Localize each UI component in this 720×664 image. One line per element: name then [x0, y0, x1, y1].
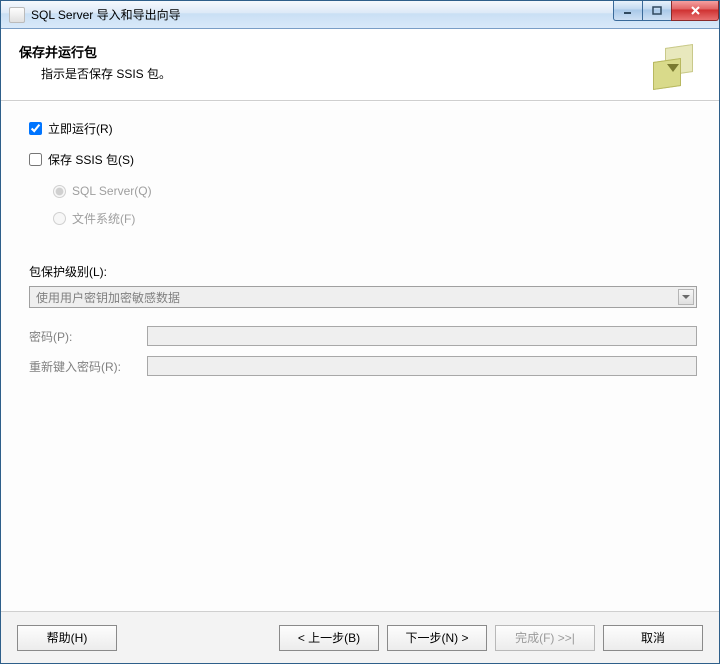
chevron-down-icon: [678, 289, 694, 305]
password-row: 密码(P):: [29, 326, 697, 346]
next-button[interactable]: 下一步(N) >: [387, 625, 487, 651]
repassword-row: 重新键入密码(R):: [29, 356, 697, 376]
finish-button: 完成(F) >>|: [495, 625, 595, 651]
repassword-label: 重新键入密码(R):: [29, 358, 147, 375]
run-now-checkbox-row[interactable]: 立即运行(R): [29, 120, 697, 137]
target-sqlserver-row: SQL Server(Q): [53, 184, 697, 198]
protection-level-combo: 使用用户密钥加密敏感数据: [29, 286, 697, 308]
protection-level-label: 包保护级别(L):: [29, 263, 697, 280]
titlebar: SQL Server 导入和导出向导: [1, 1, 719, 29]
save-target-group: SQL Server(Q) 文件系统(F): [53, 184, 697, 239]
page-title: 保存并运行包: [19, 42, 651, 61]
target-filesystem-row: 文件系统(F): [53, 210, 697, 227]
cancel-button[interactable]: 取消: [603, 625, 703, 651]
password-field: [147, 326, 697, 346]
run-now-label: 立即运行(R): [48, 120, 113, 137]
protection-level-selected: 使用用户密钥加密敏感数据: [36, 289, 180, 306]
wizard-content: 立即运行(R) 保存 SSIS 包(S) SQL Server(Q) 文件系统(…: [1, 101, 719, 611]
app-icon: [9, 7, 25, 23]
target-filesystem-label: 文件系统(F): [72, 210, 135, 227]
window-title: SQL Server 导入和导出向导: [31, 6, 181, 23]
target-sqlserver-label: SQL Server(Q): [72, 184, 152, 198]
target-sqlserver-radio: [53, 185, 66, 198]
save-ssis-checkbox[interactable]: [29, 153, 42, 166]
wizard-header: 保存并运行包 指示是否保存 SSIS 包。: [1, 29, 719, 101]
save-ssis-checkbox-row[interactable]: 保存 SSIS 包(S): [29, 151, 697, 168]
minimize-button[interactable]: [613, 1, 643, 21]
back-button[interactable]: < 上一步(B): [279, 625, 379, 651]
page-subtitle: 指示是否保存 SSIS 包。: [41, 65, 651, 82]
maximize-button[interactable]: [642, 1, 672, 21]
wizard-window: SQL Server 导入和导出向导 保存并运行包 指示是否保存 SSIS 包。: [0, 0, 720, 664]
package-icon: [651, 44, 699, 92]
header-texts: 保存并运行包 指示是否保存 SSIS 包。: [19, 42, 651, 92]
wizard-footer: 帮助(H) < 上一步(B) 下一步(N) > 完成(F) >>| 取消: [1, 611, 719, 663]
repassword-field: [147, 356, 697, 376]
window-controls: [614, 1, 719, 21]
save-ssis-label: 保存 SSIS 包(S): [48, 151, 134, 168]
help-button[interactable]: 帮助(H): [17, 625, 117, 651]
run-now-checkbox[interactable]: [29, 122, 42, 135]
target-filesystem-radio: [53, 212, 66, 225]
close-button[interactable]: [671, 1, 719, 21]
password-label: 密码(P):: [29, 328, 147, 345]
